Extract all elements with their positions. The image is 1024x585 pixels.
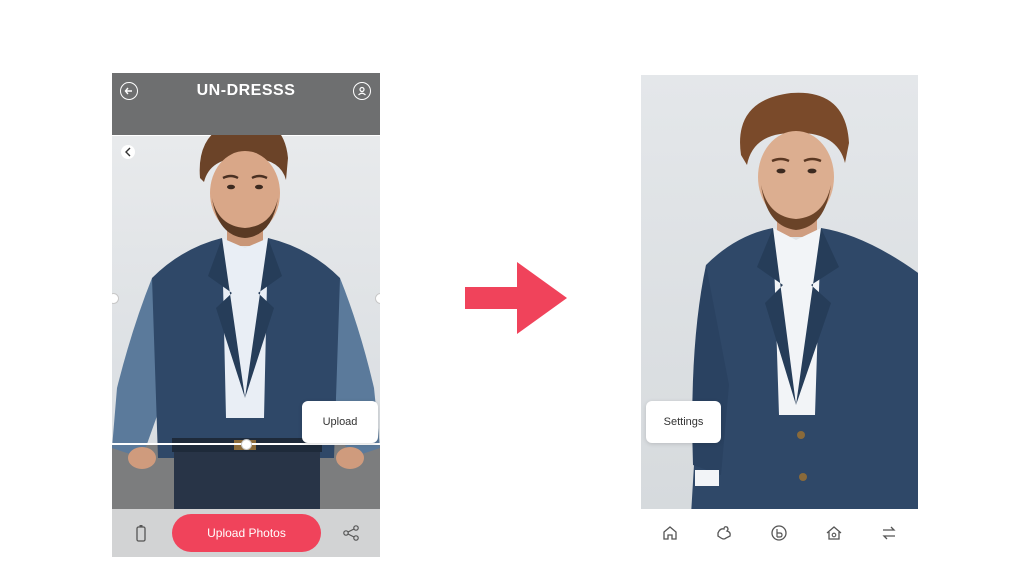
user-icon[interactable] [353, 82, 371, 100]
app-title: UN-DRESSS [196, 82, 296, 99]
person-photo-left [112, 98, 380, 518]
bottom-navigation [641, 509, 918, 557]
battery-icon[interactable] [136, 524, 146, 547]
home-icon[interactable] [661, 524, 679, 542]
settings-card[interactable]: Settings [646, 401, 721, 443]
bottom-action-bar: Upload Photos [112, 509, 380, 557]
puzzle-icon[interactable] [715, 524, 733, 542]
right-arrow-icon [465, 262, 567, 339]
upload-card[interactable]: Upload [302, 401, 378, 443]
share-icon[interactable] [342, 524, 360, 547]
house-icon[interactable] [825, 524, 843, 542]
crop-handle-right[interactable] [375, 293, 380, 304]
b-circle-icon[interactable] [770, 524, 788, 542]
person-photo-right [681, 85, 918, 509]
swap-icon[interactable] [880, 524, 898, 542]
app-header: UN-DRESSS [112, 73, 380, 135]
left-phone-screen: UN-DRESSS Upload Upload Photos [112, 73, 380, 557]
chevron-left-icon[interactable] [121, 145, 135, 159]
crop-handle-bottom[interactable] [241, 439, 252, 450]
right-phone-screen: Settings [641, 75, 918, 509]
upload-photos-button[interactable]: Upload Photos [172, 514, 321, 552]
